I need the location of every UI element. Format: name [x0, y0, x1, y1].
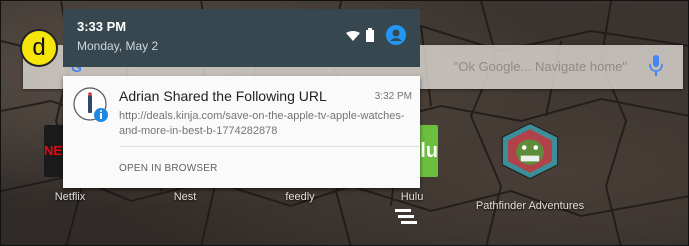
notification-card[interactable]: Adrian Shared the Following URL 3:32 PM …	[63, 76, 420, 188]
notification-title: Adrian Shared the Following URL	[119, 88, 327, 104]
app-label: Nest	[173, 191, 197, 203]
open-in-browser-button[interactable]: OPEN IN BROWSER	[119, 163, 218, 174]
app-label: Hulu	[400, 191, 424, 203]
app-pathfinder-adventures[interactable]: Pathfinder Adventures	[475, 122, 585, 212]
app-drawer-icon[interactable]	[394, 207, 418, 229]
notification-body: http://deals.kinja.com/save-on-the-apple…	[119, 110, 405, 137]
notification-shade-header[interactable]: 3:33 PM Monday, May 2	[63, 9, 420, 67]
app-label: Netflix	[54, 191, 86, 203]
callout-label-badge: d	[20, 29, 58, 67]
clock: 3:33 PM	[77, 19, 127, 34]
app-label: feedly	[285, 191, 315, 203]
microphone-icon[interactable]	[649, 55, 663, 77]
divider	[119, 146, 420, 147]
wifi-icon	[346, 31, 360, 41]
pathfinder-icon	[501, 122, 559, 180]
notification-time: 3:32 PM	[374, 91, 412, 102]
search-hint-text: "Ok Google... Navigate home"	[453, 59, 627, 74]
account-icon[interactable]	[386, 25, 406, 45]
app-label: Pathfinder Adventures	[475, 200, 585, 212]
date: Monday, May 2	[77, 39, 159, 53]
battery-icon	[366, 28, 374, 42]
screenshot-frame: G "Ok Google... Navigate home" NET Netfl…	[0, 0, 689, 246]
pushbullet-link-icon	[73, 87, 108, 122]
